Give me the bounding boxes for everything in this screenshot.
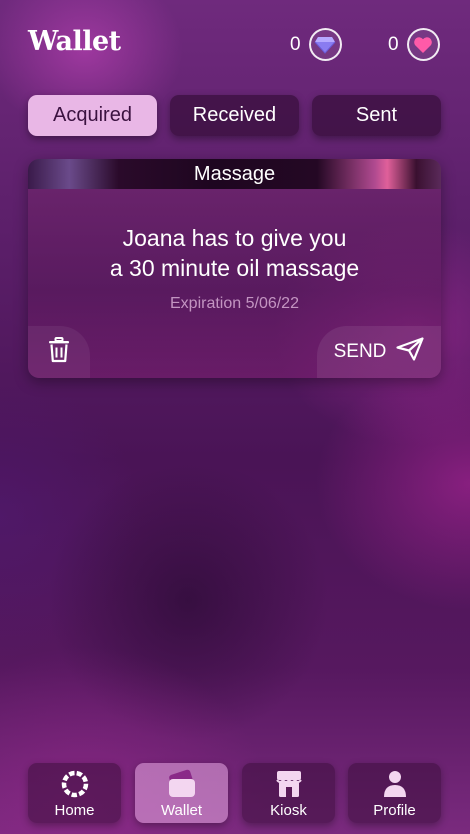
nav-kiosk-label: Kiosk [270,802,307,819]
tab-received[interactable]: Received [170,95,299,136]
send-button[interactable]: SEND [317,326,441,378]
nav-profile[interactable]: Profile [348,763,441,823]
nav-wallet-label: Wallet [160,802,203,819]
heart-count: 0 [388,33,399,55]
card-title: Massage [28,159,441,189]
heart-icon [406,28,440,61]
tab-acquired[interactable]: Acquired [28,95,157,136]
nav-profile-label: Profile [373,802,416,819]
wallet-tabs: Acquired Received Sent [28,95,441,136]
paper-plane-icon [396,337,424,367]
page-title: Wallet [28,26,121,57]
store-icon [274,768,304,800]
card-expiration: Expiration 5/06/22 [170,295,299,312]
nav-kiosk[interactable]: Kiosk [242,763,335,823]
diamond-icon [308,28,342,61]
coupon-card[interactable]: Massage Joana has to give you a 30 minut… [28,159,441,378]
ring-icon [60,768,90,800]
trash-icon [48,336,70,368]
wallet-icon [166,768,198,800]
nav-home-label: Home [54,802,95,819]
tab-sent[interactable]: Sent [312,95,441,136]
nav-wallet[interactable]: Wallet [135,763,228,823]
card-message: Joana has to give you a 30 minute oil ma… [28,223,441,283]
card-message-line1: Joana has to give you [122,225,347,251]
send-label: SEND [333,341,387,362]
header: Wallet 0 0 [28,26,440,66]
person-icon [381,768,409,800]
nav-home[interactable]: Home [28,763,121,823]
delete-button[interactable] [28,326,90,378]
gem-count: 0 [290,33,301,55]
gem-counter[interactable]: 0 [290,28,342,61]
card-message-line2: a 30 minute oil massage [109,255,360,281]
bottom-navigation: Home Wallet Kiosk Profile [28,763,441,823]
heart-counter[interactable]: 0 [388,28,440,61]
